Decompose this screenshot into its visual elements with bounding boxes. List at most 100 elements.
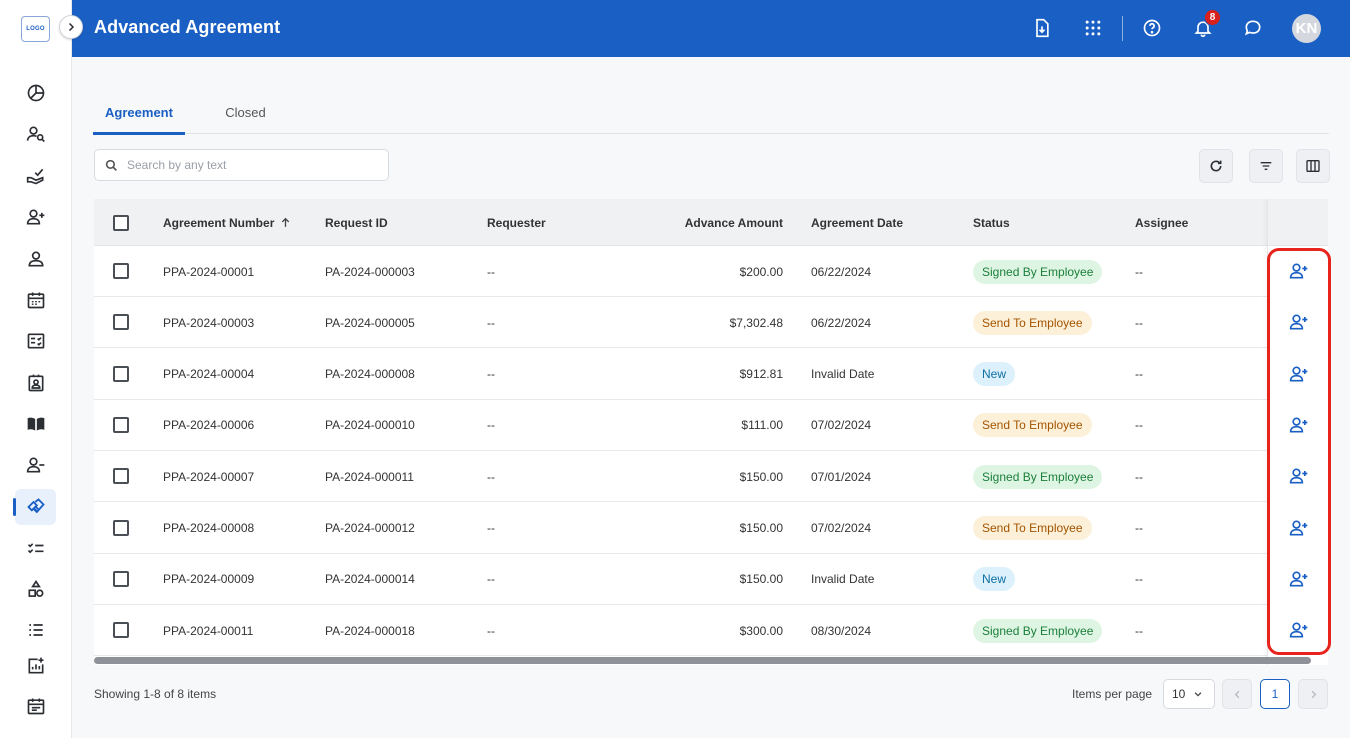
table-row[interactable]: PPA-2024-00008 PA-2024-000012 -- $150.00 07/… — [94, 502, 1328, 554]
cell-request-id: PA-2024-000011 — [325, 469, 414, 484]
row-checkbox[interactable] — [113, 468, 129, 485]
nav-item-hand-check[interactable] — [15, 158, 56, 194]
nav-item-contact-card[interactable] — [15, 365, 56, 401]
nav-item-user-remove[interactable] — [15, 447, 56, 483]
assign-user-button[interactable] — [1287, 310, 1311, 334]
column-header-advance-amount[interactable]: Advance Amount — [649, 199, 783, 246]
select-all-checkbox[interactable] — [113, 215, 129, 231]
assign-user-button[interactable] — [1287, 567, 1311, 591]
chat-button[interactable] — [1241, 16, 1265, 40]
nav-item-list-check[interactable] — [15, 612, 56, 648]
cell-advance-amount: $7,302.48 — [729, 315, 783, 330]
column-header-assignee[interactable]: Assignee — [1135, 199, 1188, 246]
column-header-agreement-date[interactable]: Agreement Date — [811, 199, 903, 246]
cell-agreement-number: PPA-2024-00009 — [163, 572, 255, 587]
search-box — [94, 149, 389, 181]
table-row[interactable]: PPA-2024-00004 PA-2024-000008 -- $912.81 Inv… — [94, 348, 1328, 400]
next-page-button[interactable] — [1298, 679, 1328, 709]
status-badge: Send To Employee — [973, 413, 1092, 438]
table-row[interactable]: PPA-2024-00006 PA-2024-000010 -- $111.00 07/… — [94, 399, 1328, 451]
apps-grid-button[interactable] — [1081, 16, 1105, 40]
cell-requester: -- — [487, 367, 495, 382]
table-row[interactable]: PPA-2024-00001 PA-2024-000003 -- $200.00 06/… — [94, 246, 1328, 297]
nav-item-dashboard[interactable] — [15, 75, 56, 111]
download-document-button[interactable] — [1030, 16, 1054, 40]
previous-page-button[interactable] — [1222, 679, 1252, 709]
table-row[interactable]: PPA-2024-00011 PA-2024-000018 -- $300.00 08/… — [94, 605, 1328, 657]
nav-item-user-add[interactable] — [15, 199, 56, 235]
refresh-icon — [1210, 160, 1222, 172]
nav-item-book[interactable] — [15, 406, 56, 442]
nav-item-advanced-agreement[interactable] — [13, 489, 56, 525]
nav-item-task-list[interactable] — [15, 530, 56, 566]
app-header: Advanced Agreement 8 KN — [72, 0, 1350, 57]
table-row[interactable]: PPA-2024-00007 PA-2024-000011 -- $150.00 07/… — [94, 451, 1328, 503]
assign-user-button[interactable] — [1287, 618, 1311, 642]
search-input[interactable] — [127, 158, 367, 172]
cell-agreement-number: PPA-2024-00007 — [163, 469, 255, 484]
nav-item-event-calendar[interactable] — [15, 688, 56, 724]
user-add-icon — [1289, 417, 1308, 433]
column-header-agreement-number[interactable]: Agreement Number — [163, 199, 292, 246]
tab-agreement[interactable]: Agreement — [93, 95, 185, 135]
sidebar: LOGO — [0, 0, 72, 738]
chat-icon — [1244, 20, 1261, 36]
shapes-icon — [28, 579, 43, 597]
help-icon — [1143, 19, 1161, 37]
row-checkbox[interactable] — [113, 570, 129, 587]
cell-requester: -- — [487, 264, 495, 279]
status-badge: Signed By Employee — [973, 618, 1103, 643]
nav-item-calendar[interactable] — [15, 282, 56, 318]
tab-closed[interactable]: Closed — [199, 95, 292, 134]
horizontal-scrollbar[interactable] — [94, 657, 1311, 664]
report-chart-icon — [28, 657, 43, 674]
refresh-button[interactable] — [1199, 149, 1233, 183]
sidebar-expand-button[interactable] — [59, 15, 83, 39]
cell-requester: -- — [487, 418, 495, 433]
cell-assignee: -- — [1135, 367, 1143, 382]
row-checkbox[interactable] — [113, 365, 129, 382]
avatar[interactable]: KN — [1292, 14, 1321, 43]
column-header-request-id[interactable]: Request ID — [325, 199, 388, 246]
apps-grid-icon — [1085, 20, 1101, 36]
assign-user-button[interactable] — [1287, 464, 1311, 488]
assign-user-button[interactable] — [1287, 516, 1311, 540]
event-calendar-icon — [27, 698, 44, 715]
hand-check-icon — [26, 168, 43, 185]
assign-user-button[interactable] — [1287, 259, 1311, 283]
cell-status: New — [973, 349, 1016, 400]
cell-agreement-date: 06/22/2024 — [811, 315, 872, 330]
status-badge: Send To Employee — [973, 310, 1092, 335]
actions-column-header — [1268, 199, 1328, 246]
help-button[interactable] — [1140, 16, 1164, 40]
items-per-page-select[interactable]: 10 — [1163, 679, 1215, 709]
row-checkbox[interactable] — [113, 622, 129, 639]
nav-item-report-chart[interactable] — [15, 648, 56, 684]
book-icon — [27, 417, 44, 431]
assign-user-button[interactable] — [1287, 362, 1311, 386]
assign-user-button[interactable] — [1287, 413, 1311, 437]
nav-item-person[interactable] — [15, 241, 56, 277]
table-row[interactable]: PPA-2024-00009 PA-2024-000014 -- $150.00 Inv… — [94, 553, 1328, 605]
user-search-icon — [26, 126, 45, 143]
row-checkbox[interactable] — [113, 314, 129, 331]
page-button-1[interactable]: 1 — [1260, 679, 1290, 709]
agreements-table: Agreement Number Request ID Requester Ad… — [94, 199, 1328, 665]
columns-button[interactable] — [1296, 149, 1330, 183]
table-row[interactable]: PPA-2024-00003 PA-2024-000005 -- $7,302.48 0… — [94, 297, 1328, 349]
nav-item-user-search[interactable] — [15, 116, 56, 152]
table-header: Agreement Number Request ID Requester Ad… — [94, 199, 1328, 246]
column-header-status[interactable]: Status — [973, 199, 1010, 246]
status-badge: Signed By Employee — [973, 464, 1103, 489]
nav-item-checklist[interactable] — [15, 323, 56, 359]
row-checkbox[interactable] — [113, 416, 129, 433]
row-checkbox[interactable] — [113, 519, 129, 536]
row-checkbox[interactable] — [113, 263, 129, 279]
handshake-icon — [26, 498, 45, 514]
column-header-requester[interactable]: Requester — [487, 199, 546, 246]
column-header-label: Agreement Number — [163, 215, 275, 230]
cell-requester: -- — [487, 623, 495, 638]
cell-advance-amount: $150.00 — [739, 521, 783, 535]
nav-item-shapes[interactable] — [15, 571, 56, 607]
filter-button[interactable] — [1249, 149, 1283, 183]
